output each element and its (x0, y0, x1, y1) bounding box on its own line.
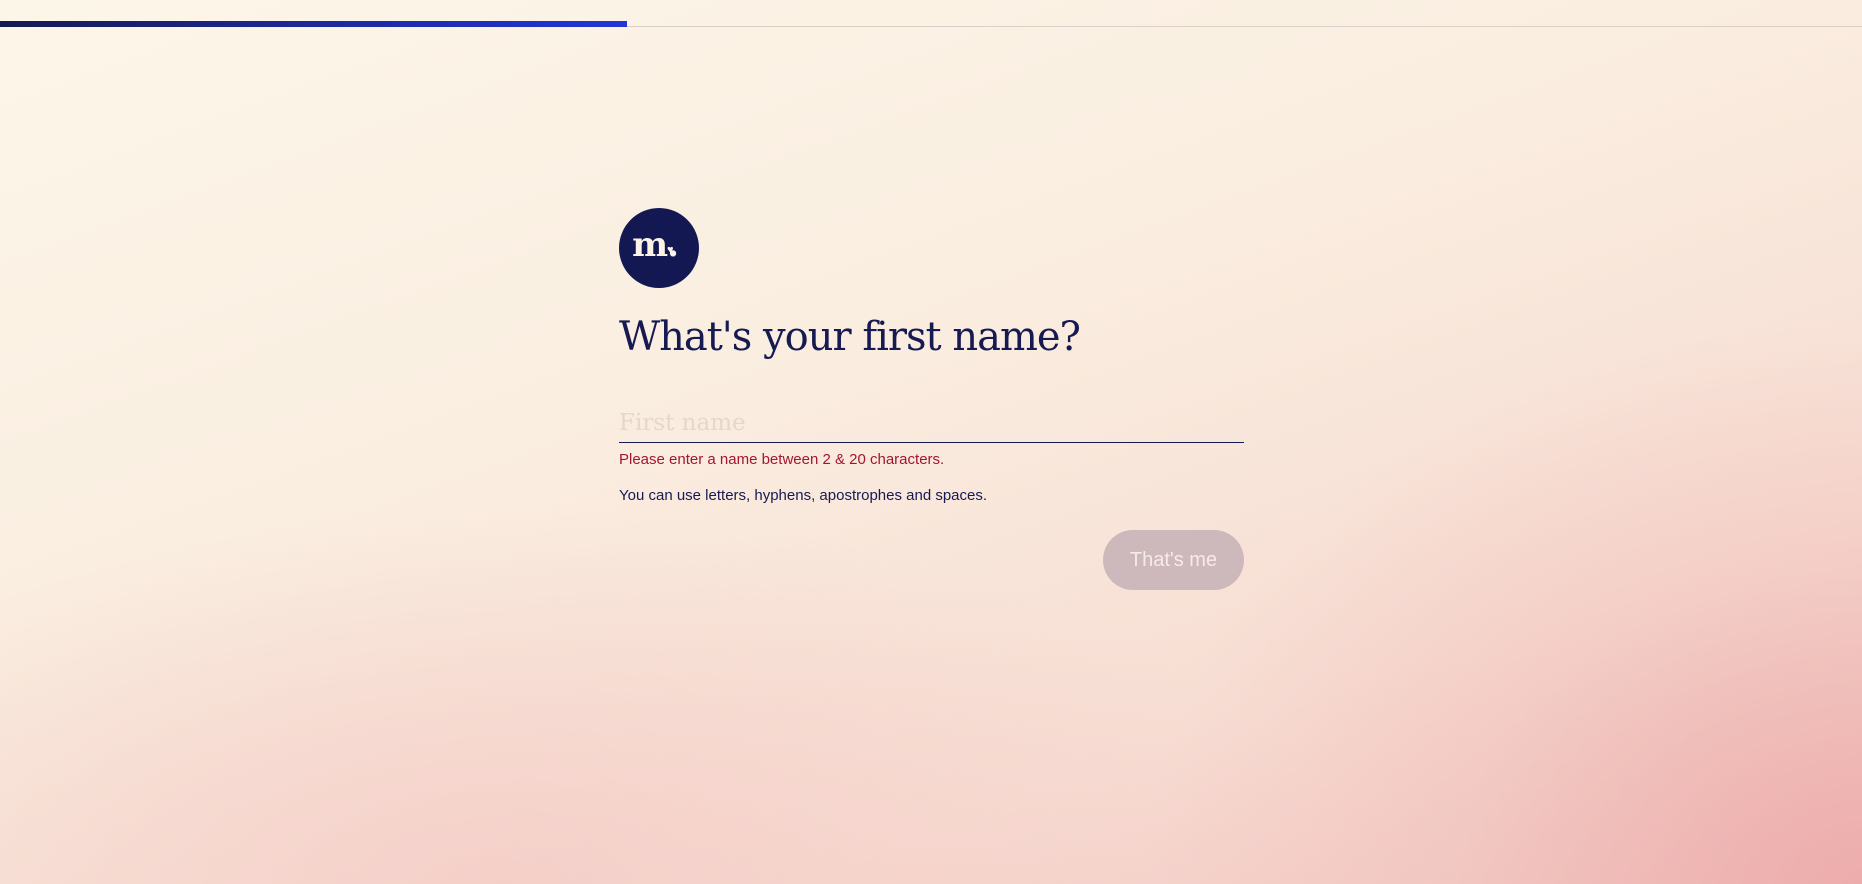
heart-icon: ♥ (667, 244, 674, 256)
top-bar (0, 0, 1862, 27)
progress-bar (0, 21, 1862, 27)
name-form: m. ♥ What's your first name? Please ente… (619, 208, 1244, 590)
form-actions: That's me (619, 530, 1244, 590)
page-title: What's your first name? (619, 314, 1081, 360)
first-name-input[interactable] (619, 406, 1244, 440)
progress-bar-fill (0, 21, 628, 27)
first-name-field (619, 406, 1244, 443)
submit-button[interactable]: That's me (1103, 530, 1244, 590)
input-hint: You can use letters, hyphens, apostrophe… (619, 487, 988, 504)
brand-logo: m. ♥ (619, 208, 699, 288)
validation-error: Please enter a name between 2 & 20 chara… (619, 451, 945, 468)
